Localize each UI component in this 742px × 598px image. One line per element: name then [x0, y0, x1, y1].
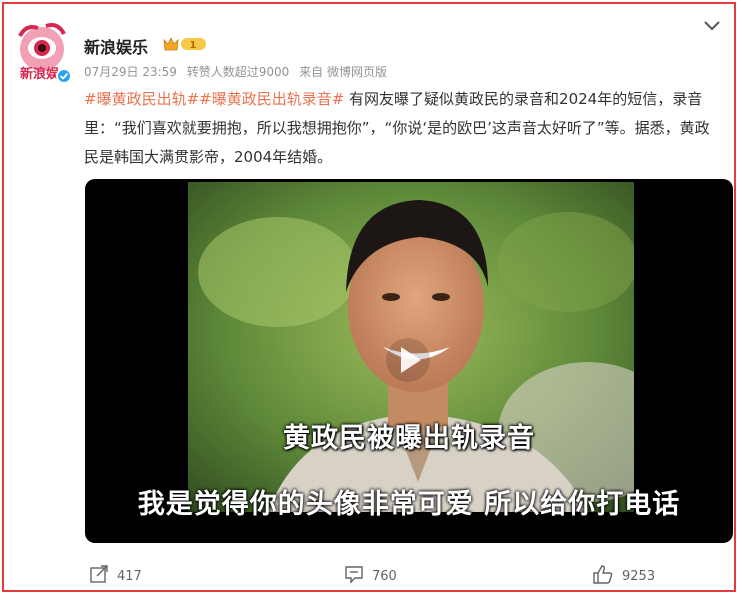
chevron-down-icon[interactable]	[702, 18, 722, 32]
comment-count: 760	[372, 568, 397, 584]
video-player[interactable]: 黄政民被曝出轨录音 我是觉得你的头像非常可爱 所以给你打电话	[85, 179, 733, 543]
like-icon	[592, 564, 614, 588]
comment-icon	[344, 564, 364, 588]
post-card: 新浪娱 新浪娱乐 1 07月29日 23:59 转赞人数超过9000 来自 微博…	[2, 2, 736, 592]
video-caption-title: 黄政民被曝出轨录音	[283, 423, 535, 454]
comment-button[interactable]: 760	[344, 564, 397, 588]
repost-button[interactable]: 417	[89, 564, 142, 588]
level-badge-icon[interactable]: 1	[162, 35, 208, 53]
hashtag-link[interactable]: #曝黄政民出轨录音#	[199, 90, 344, 108]
hashtag-link[interactable]: #曝黄政民出轨#	[84, 90, 199, 108]
action-bar: 417 760 9253	[4, 564, 738, 594]
post-body: #曝黄政民出轨##曝黄政民出轨录音# 有网友曝了疑似黄政民的录音和2024年的短…	[84, 85, 724, 172]
repost-count: 417	[117, 568, 142, 584]
post-source: 来自 微博网页版	[299, 65, 387, 79]
verified-icon	[56, 68, 72, 84]
like-count: 9253	[622, 568, 656, 584]
video-caption-subtitle: 我是觉得你的头像非常可爱 所以给你打电话	[137, 489, 681, 520]
post-meta: 07月29日 23:59 转赞人数超过9000 来自 微博网页版	[84, 63, 393, 80]
repost-icon	[89, 564, 109, 588]
play-icon[interactable]	[385, 337, 431, 383]
level-number: 1	[190, 40, 197, 51]
post-date[interactable]: 07月29日 23:59	[84, 65, 177, 79]
author-name[interactable]: 新浪娱乐	[84, 34, 148, 58]
like-button[interactable]: 9253	[592, 564, 655, 588]
svg-text:新浪娱: 新浪娱	[20, 66, 60, 82]
likes-note: 转赞人数超过9000	[186, 65, 290, 79]
